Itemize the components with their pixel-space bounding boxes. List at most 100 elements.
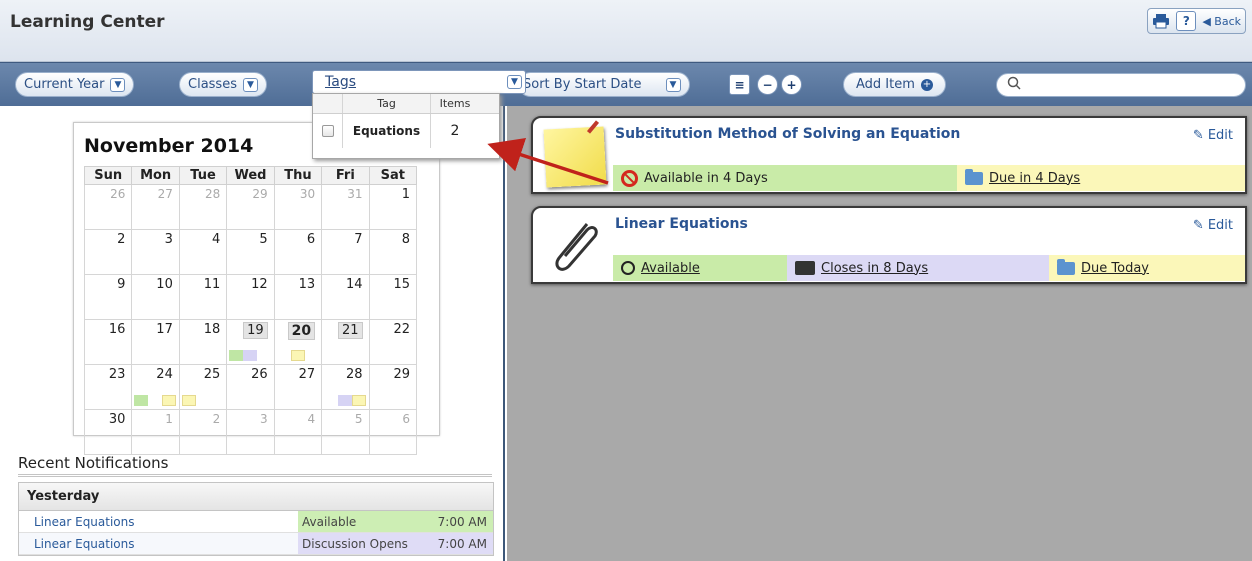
tags-filter-label: Tags — [325, 74, 356, 90]
due-link[interactable]: Due in 4 Days — [989, 171, 1080, 186]
calendar-day[interactable]: 3 — [226, 409, 275, 455]
calendar-day[interactable]: 4 — [178, 229, 228, 275]
calendar-day[interactable]: 16 — [83, 319, 133, 365]
tag-checkbox[interactable] — [321, 125, 334, 137]
item-title-link[interactable]: Linear Equations — [615, 216, 748, 232]
calendar-day-25[interactable]: 25 — [178, 364, 228, 410]
notifications-list: Yesterday Linear Equations Available 7:00… — [18, 482, 494, 556]
event-marker — [352, 395, 367, 406]
calendar-day[interactable]: 18 — [178, 319, 228, 365]
notifications-title: Recent Notifications — [18, 454, 169, 472]
calendar-day[interactable]: 14 — [321, 274, 370, 320]
sort-filter-label: Sort By Start Date — [523, 77, 642, 92]
back-button[interactable]: ◀ Back — [1202, 15, 1241, 28]
search-input[interactable] — [996, 73, 1246, 97]
calendar-day[interactable]: 15 — [368, 274, 418, 320]
add-item-button[interactable]: Add Item + — [843, 72, 946, 97]
weekday-sat: Sat — [368, 166, 418, 185]
day-number: 20 — [287, 322, 316, 340]
weekday-fri: Fri — [321, 166, 370, 185]
chevron-down-icon: ▼ — [507, 75, 522, 89]
edit-button[interactable]: ✎ Edit — [1193, 128, 1233, 143]
classes-filter[interactable]: Classes ▼ — [179, 72, 267, 97]
calendar-day-today[interactable]: 20 — [273, 319, 323, 365]
sort-filter[interactable]: Sort By Start Date ▼ — [518, 72, 690, 97]
list-item: Linear Equations Discussion Opens 7:00 AM — [19, 533, 493, 555]
chevron-down-icon: ▼ — [110, 77, 126, 92]
item-status-bar: Available in 4 Days Due in 4 Days — [613, 165, 1245, 191]
weekday-thu: Thu — [273, 166, 323, 185]
event-marker — [181, 395, 196, 406]
due-status: Due Today — [1049, 255, 1245, 281]
calendar-day-21[interactable]: 21 — [321, 319, 370, 365]
collapse-all-icon[interactable]: − — [757, 74, 778, 95]
sort-order-icon[interactable]: ≡ — [729, 74, 750, 95]
calendar-day[interactable]: 4 — [273, 409, 323, 455]
clock-icon — [621, 261, 635, 275]
calendar-grid: Sun Mon Tue Wed Thu Fri Sat 26 27 28 29 … — [83, 166, 418, 455]
event-marker — [243, 350, 258, 361]
classes-filter-label: Classes — [188, 77, 237, 92]
notification-status: Available 7:00 AM — [298, 511, 493, 532]
calendar-day[interactable]: 29 — [226, 184, 275, 230]
calendar-day[interactable]: 12 — [226, 274, 275, 320]
calendar-day[interactable]: 22 — [368, 319, 418, 365]
calendar-day-28[interactable]: 28 — [321, 364, 370, 410]
calendar-day[interactable]: 10 — [131, 274, 180, 320]
event-marker — [338, 395, 353, 406]
edit-button[interactable]: ✎ Edit — [1193, 218, 1233, 233]
calendar-day[interactable]: 31 — [321, 184, 370, 230]
col-tag-header: Tag — [343, 94, 431, 113]
due-link[interactable]: Due Today — [1081, 261, 1149, 276]
item-title-link[interactable]: Substitution Method of Solving an Equati… — [615, 126, 960, 142]
calendar-day[interactable]: 2 — [178, 409, 228, 455]
calendar-day[interactable]: 29 — [368, 364, 418, 410]
calendar-day[interactable]: 6 — [273, 229, 323, 275]
event-marker — [134, 395, 149, 406]
event-marker — [162, 395, 177, 406]
calendar-day[interactable]: 26 — [83, 184, 133, 230]
calendar-day[interactable]: 28 — [178, 184, 228, 230]
calendar-day[interactable]: 30 — [83, 409, 133, 455]
closes-link[interactable]: Closes in 8 Days — [821, 261, 928, 276]
calendar-day-24[interactable]: 24 — [131, 364, 180, 410]
calendar: November 2014 Sun Mon Tue Wed Thu Fri Sa… — [73, 122, 440, 455]
notification-item-link[interactable]: Linear Equations — [19, 511, 298, 532]
calendar-day-19[interactable]: 19 — [226, 319, 275, 365]
calendar-day[interactable]: 11 — [178, 274, 228, 320]
expand-all-icon[interactable]: + — [781, 74, 802, 95]
notifications-group-header: Yesterday — [19, 483, 493, 511]
tag-row[interactable]: Equations 2 — [313, 114, 499, 148]
calendar-day[interactable]: 5 — [321, 409, 370, 455]
calendar-day[interactable]: 6 — [368, 409, 418, 455]
year-filter[interactable]: Current Year ▼ — [15, 72, 135, 97]
calendar-day[interactable]: 30 — [273, 184, 323, 230]
calendar-day[interactable]: 8 — [368, 229, 418, 275]
calendar-day[interactable]: 27 — [273, 364, 323, 410]
calendar-day[interactable]: 2 — [83, 229, 133, 275]
calendar-day[interactable]: 5 — [226, 229, 275, 275]
calendar-day[interactable]: 27 — [131, 184, 180, 230]
notification-status-label: Available — [302, 514, 357, 529]
print-icon[interactable] — [1152, 13, 1170, 29]
divider — [18, 474, 492, 477]
help-button[interactable]: ? — [1176, 11, 1197, 31]
calendar-day[interactable]: 3 — [131, 229, 180, 275]
calendar-day[interactable]: 26 — [226, 364, 275, 410]
weekday-sun: Sun — [83, 166, 133, 185]
left-panel: November 2014 Sun Mon Tue Wed Thu Fri Sa… — [0, 106, 505, 561]
paperclip-icon — [555, 223, 598, 271]
notification-item-link[interactable]: Linear Equations — [19, 533, 298, 554]
tags-filter[interactable]: Tags ▼ — [312, 70, 526, 94]
calendar-day[interactable]: 9 — [83, 274, 133, 320]
page-title: Learning Center — [10, 12, 165, 32]
folder-icon — [1057, 258, 1075, 275]
calendar-day[interactable]: 1 — [368, 184, 418, 230]
calendar-day[interactable]: 23 — [83, 364, 133, 410]
calendar-day[interactable]: 7 — [321, 229, 370, 275]
availability-link[interactable]: Available — [641, 261, 700, 276]
weekday-mon: Mon — [131, 166, 180, 185]
calendar-day[interactable]: 1 — [131, 409, 180, 455]
calendar-day[interactable]: 17 — [131, 319, 180, 365]
calendar-day[interactable]: 13 — [273, 274, 323, 320]
